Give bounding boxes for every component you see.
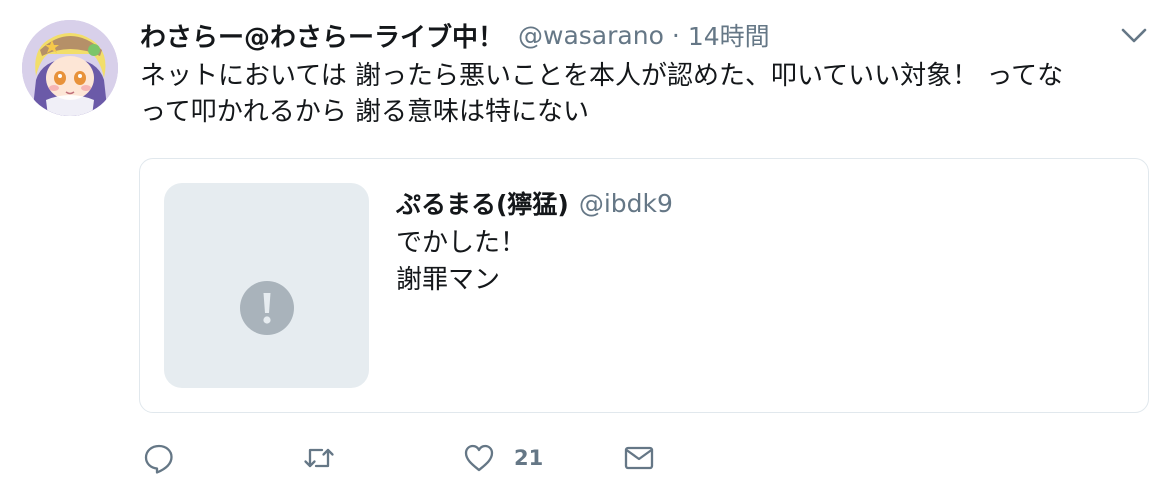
tweet-timestamp[interactable]: 14時間 bbox=[688, 17, 770, 53]
quoted-display-name[interactable]: ぷるまる(獰猛) bbox=[396, 185, 569, 221]
quoted-text-line: 謝罪マン bbox=[396, 265, 501, 295]
heart-icon bbox=[464, 444, 494, 472]
quoted-text: でかした！ 謝罪マン bbox=[396, 225, 526, 299]
tweet-text-line: ネットにおいては 謝ったら悪いことを本人が認めた、叩いていい対象！ ってな bbox=[140, 61, 1064, 91]
quoted-text-line: でかした！ bbox=[396, 228, 527, 258]
reply-button[interactable] bbox=[142, 436, 176, 480]
avatar[interactable] bbox=[22, 20, 118, 116]
like-count: 21 bbox=[514, 446, 544, 470]
tweet: わさらー@わさらーライブ中！ @wasarano · 14時間 ネットにおいては… bbox=[0, 0, 1170, 492]
display-name[interactable]: わさらー@わさらーライブ中！ bbox=[140, 17, 504, 54]
tweet-text: ネットにおいては 謝ったら悪いことを本人が認めた、叩いていい対象！ ってな って… bbox=[140, 58, 1140, 130]
more-menu-button[interactable] bbox=[1119, 24, 1149, 48]
quoted-tweet-card[interactable]: ぷるまる(獰猛) @ibdk9 でかした！ 謝罪マン bbox=[139, 158, 1149, 413]
tweet-actions: 21 bbox=[140, 436, 680, 480]
avatar-illustration bbox=[22, 20, 118, 116]
tweet-text-line: って叩かれるから 謝る意味は特にない bbox=[140, 97, 589, 127]
direct-message-button[interactable] bbox=[622, 436, 656, 480]
alert-circle-icon bbox=[240, 281, 294, 335]
tweet-header: わさらー@わさらーライブ中！ @wasarano · 14時間 bbox=[140, 16, 770, 54]
quoted-header: ぷるまる(獰猛) @ibdk9 bbox=[396, 185, 673, 221]
reply-icon bbox=[144, 444, 173, 474]
quoted-media-placeholder[interactable] bbox=[164, 183, 369, 388]
like-button[interactable]: 21 bbox=[462, 436, 543, 480]
user-handle[interactable]: @wasarano bbox=[518, 21, 664, 50]
chevron-down-icon bbox=[1121, 28, 1147, 43]
retweet-button[interactable] bbox=[302, 436, 336, 480]
retweet-icon bbox=[304, 448, 334, 468]
envelope-icon bbox=[624, 446, 654, 470]
separator-dot: · bbox=[671, 20, 680, 50]
quoted-user-handle[interactable]: @ibdk9 bbox=[579, 189, 673, 218]
